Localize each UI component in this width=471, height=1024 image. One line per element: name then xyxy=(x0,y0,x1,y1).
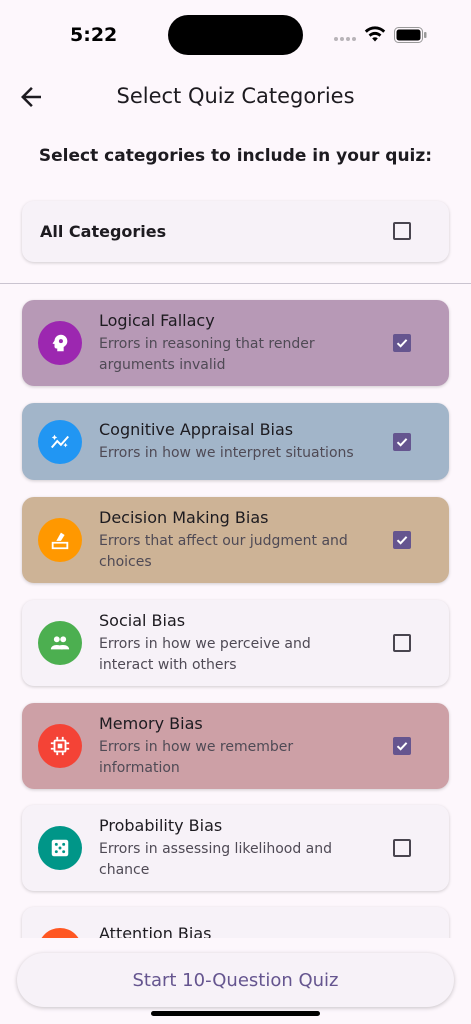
category-card[interactable]: Decision Making Bias Errors that affect o… xyxy=(22,497,449,583)
wifi-icon xyxy=(364,26,386,42)
signal-icon xyxy=(334,37,356,41)
category-card[interactable]: Logical Fallacy Errors in reasoning that … xyxy=(22,300,449,386)
category-title: Memory Bias xyxy=(99,714,203,733)
category-description: Errors in how we remember information xyxy=(99,739,294,776)
people-icon xyxy=(38,621,82,665)
all-categories-card[interactable]: All Categories xyxy=(22,201,449,262)
category-list[interactable]: Logical Fallacy Errors in reasoning that … xyxy=(0,290,471,938)
dynamic-island xyxy=(168,15,303,55)
dice-icon xyxy=(38,826,82,870)
all-categories-label: All Categories xyxy=(40,222,167,241)
bottom-bar: Start 10-Question Quiz xyxy=(0,938,471,1024)
page-title: Select Quiz Categories xyxy=(116,84,355,108)
ballot-icon xyxy=(38,518,82,562)
category-card[interactable]: Memory Bias Errors in how we remember inf… xyxy=(22,703,449,789)
instruction-text: Select categories to include in your qui… xyxy=(38,146,433,166)
auto-graph-icon xyxy=(38,420,82,464)
category-card[interactable]: Cognitive Appraisal Bias Errors in how we… xyxy=(22,403,449,480)
divider xyxy=(0,283,471,284)
category-checkbox[interactable] xyxy=(393,433,411,451)
category-description: Errors that affect our judgment and choi… xyxy=(99,533,348,570)
psychology-icon xyxy=(38,321,82,365)
category-title: Logical Fallacy xyxy=(99,311,215,330)
category-description: Errors in how we perceive and interact w… xyxy=(99,636,311,673)
category-checkbox[interactable] xyxy=(393,737,411,755)
visibility-icon xyxy=(38,928,82,938)
category-checkbox[interactable] xyxy=(393,334,411,352)
app-bar: Select Quiz Categories xyxy=(0,70,471,126)
category-title: Attention Bias xyxy=(99,924,212,938)
all-categories-checkbox[interactable] xyxy=(393,222,411,240)
category-description: Errors in reasoning that render argument… xyxy=(99,336,315,373)
status-bar: 5:22 xyxy=(0,0,471,70)
category-checkbox[interactable] xyxy=(393,839,411,857)
memory-icon xyxy=(38,724,82,768)
category-description: Errors in assessing likelihood and chanc… xyxy=(99,841,333,878)
category-title: Cognitive Appraisal Bias xyxy=(99,420,294,439)
category-checkbox[interactable] xyxy=(393,531,411,549)
category-description: Errors in how we interpret situations xyxy=(99,445,354,461)
battery-icon xyxy=(394,27,427,43)
home-indicator xyxy=(151,1011,320,1016)
category-title: Social Bias xyxy=(99,611,186,630)
category-card[interactable]: Attention Bias xyxy=(22,907,449,938)
category-card[interactable]: Probability Bias Errors in assessing like… xyxy=(22,805,449,891)
status-time: 5:22 xyxy=(70,24,118,46)
category-checkbox[interactable] xyxy=(393,634,411,652)
category-card[interactable]: Social Bias Errors in how we perceive and… xyxy=(22,600,449,686)
category-title: Decision Making Bias xyxy=(99,508,269,527)
category-title: Probability Bias xyxy=(99,816,223,835)
start-quiz-button[interactable]: Start 10-Question Quiz xyxy=(17,953,454,1007)
